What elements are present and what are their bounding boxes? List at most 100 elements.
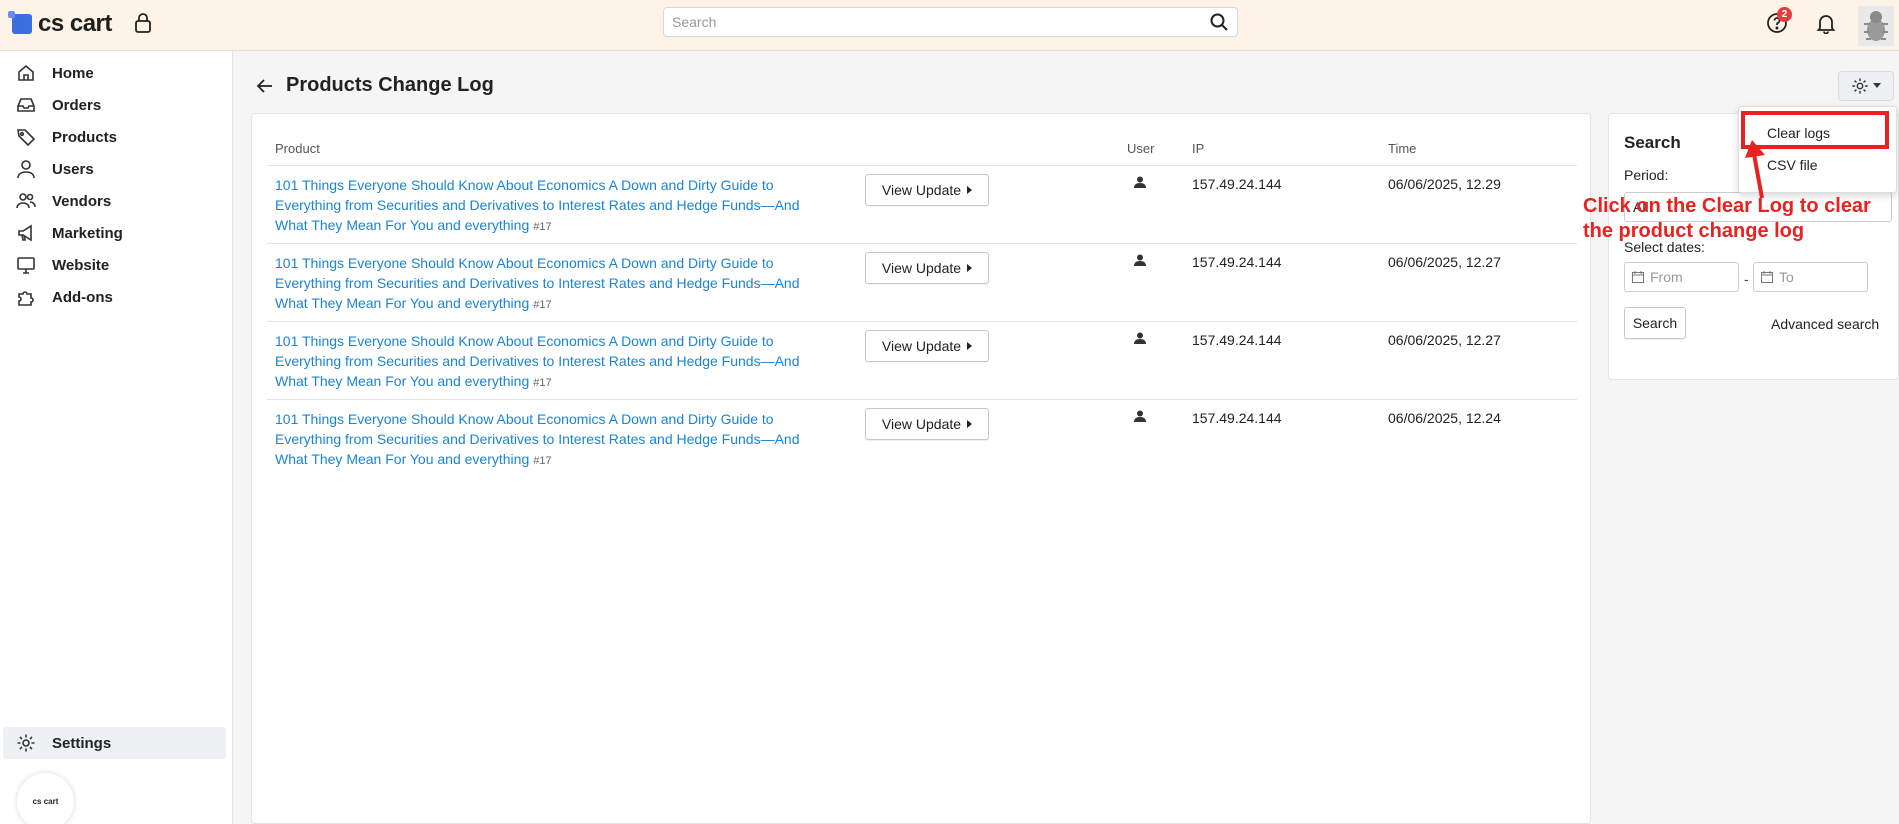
sidebar-item-addons[interactable]: Add-ons xyxy=(16,281,226,313)
user-icon xyxy=(1134,254,1146,266)
monitor-icon xyxy=(17,257,35,274)
tag-icon xyxy=(17,129,36,147)
sidebar-item-label: Vendors xyxy=(52,192,112,210)
calendar-icon xyxy=(1761,271,1773,283)
advanced-search-link[interactable]: Advanced search xyxy=(1771,316,1879,332)
product-link[interactable]: 101 Things Everyone Should Know About Ec… xyxy=(275,331,835,393)
table-row: 101 Things Everyone Should Know About Ec… xyxy=(267,400,1577,478)
view-update-button[interactable]: View Update xyxy=(865,330,989,362)
annotation-arrow-icon xyxy=(1745,140,1765,199)
column-header-user: User xyxy=(1127,141,1155,156)
date-separator: - xyxy=(1744,271,1749,287)
product-link[interactable]: 101 Things Everyone Should Know About Ec… xyxy=(275,409,835,471)
sidebar-item-settings[interactable]: Settings xyxy=(3,727,226,759)
date-from-placeholder: From xyxy=(1650,269,1683,285)
settings-dropdown-button[interactable] xyxy=(1838,71,1894,101)
user-icon xyxy=(17,160,35,179)
view-update-button[interactable]: View Update xyxy=(865,408,989,440)
bell-icon[interactable] xyxy=(1815,12,1837,34)
global-search-input[interactable] xyxy=(672,14,1209,30)
product-link[interactable]: 101 Things Everyone Should Know About Ec… xyxy=(275,175,835,237)
menu-item-csv-file[interactable]: CSV file xyxy=(1767,157,1818,173)
period-label: Period: xyxy=(1624,167,1669,183)
view-update-label: View Update xyxy=(881,416,962,432)
timestamp: 06/06/2025, 12.29 xyxy=(1388,176,1501,192)
megaphone-icon xyxy=(18,224,32,242)
timestamp: 06/06/2025, 12.27 xyxy=(1388,332,1501,348)
gear-icon xyxy=(1852,78,1868,94)
product-id: #17 xyxy=(533,221,552,233)
product-id: #17 xyxy=(533,377,552,389)
sidebar-item-label: Users xyxy=(52,160,94,178)
table-row: 101 Things Everyone Should Know About Ec… xyxy=(267,166,1577,244)
sidebar-item-label: Settings xyxy=(52,734,112,752)
view-update-label: View Update xyxy=(881,260,962,276)
timestamp: 06/06/2025, 12.24 xyxy=(1388,410,1501,426)
column-header-product: Product xyxy=(275,141,320,156)
search-button[interactable]: Search xyxy=(1624,307,1686,339)
chevron-down-icon xyxy=(1873,83,1881,88)
sidebar-item-vendors[interactable]: Vendors xyxy=(16,185,226,217)
ip-address: 157.49.24.144 xyxy=(1192,176,1282,192)
mini-logo-text: cs cart xyxy=(32,797,59,806)
view-update-label: View Update xyxy=(881,338,962,354)
sidebar-item-label: Website xyxy=(52,256,110,274)
ip-address: 157.49.24.144 xyxy=(1192,410,1282,426)
caret-right-icon xyxy=(967,264,973,272)
vendors-icon xyxy=(16,193,36,209)
date-from-input[interactable]: From xyxy=(1624,262,1739,292)
cs-cart-logo[interactable]: cs cart xyxy=(8,10,112,38)
product-link[interactable]: 101 Things Everyone Should Know About Ec… xyxy=(275,253,835,315)
ip-address: 157.49.24.144 xyxy=(1192,254,1282,270)
inbox-icon xyxy=(17,98,35,112)
annotation-text: Click on the Clear Log to clear the prod… xyxy=(1583,195,1871,242)
search-panel-title: Search xyxy=(1624,133,1681,152)
lock-icon[interactable] xyxy=(134,13,152,33)
calendar-icon xyxy=(1632,271,1644,283)
timestamp: 06/06/2025, 12.27 xyxy=(1388,254,1501,270)
sidebar-item-orders[interactable]: Orders xyxy=(16,89,226,121)
home-icon xyxy=(18,64,34,81)
user-icon xyxy=(1134,176,1146,188)
logo-mark xyxy=(8,11,32,34)
view-update-label: View Update xyxy=(881,182,962,198)
caret-right-icon xyxy=(967,186,973,194)
gear-icon xyxy=(17,734,35,752)
view-update-button[interactable]: View Update xyxy=(865,252,989,284)
sidebar: Home Orders Products Users Vendors Marke… xyxy=(0,51,233,824)
sidebar-item-home[interactable]: Home xyxy=(16,57,226,89)
sidebar-item-label: Products xyxy=(52,128,118,146)
table-row: 101 Things Everyone Should Know About Ec… xyxy=(267,244,1577,322)
table-row: 101 Things Everyone Should Know About Ec… xyxy=(267,322,1577,400)
change-log-table: Product User IP Time 101 Things Everyone… xyxy=(251,113,1591,824)
date-to-placeholder: To xyxy=(1779,269,1794,285)
notification-badge: 2 xyxy=(1777,7,1792,22)
caret-right-icon xyxy=(967,420,973,428)
sidebar-item-label: Home xyxy=(52,64,94,82)
global-search[interactable] xyxy=(663,7,1238,37)
product-id: #17 xyxy=(533,455,552,467)
ip-address: 157.49.24.144 xyxy=(1192,332,1282,348)
date-to-input[interactable]: To xyxy=(1753,262,1868,292)
logo-text: cs cart xyxy=(38,10,112,37)
page-title: Products Change Log xyxy=(286,74,494,96)
sidebar-item-label: Orders xyxy=(52,96,102,114)
avatar[interactable] xyxy=(1858,6,1894,46)
column-header-time: Time xyxy=(1388,141,1417,156)
product-id: #17 xyxy=(533,299,552,311)
view-update-button[interactable]: View Update xyxy=(865,174,989,206)
sidebar-item-label: Add-ons xyxy=(52,288,113,306)
caret-right-icon xyxy=(967,342,973,350)
sidebar-item-label: Marketing xyxy=(52,224,123,242)
search-icon[interactable] xyxy=(1209,12,1229,32)
mini-logo[interactable]: cs cart xyxy=(17,773,74,824)
sidebar-item-products[interactable]: Products xyxy=(16,121,226,153)
user-icon xyxy=(1134,410,1146,422)
back-arrow-icon[interactable] xyxy=(255,76,275,96)
column-header-ip: IP xyxy=(1192,141,1205,156)
sidebar-item-marketing[interactable]: Marketing xyxy=(16,217,226,249)
puzzle-icon xyxy=(18,291,34,306)
user-icon xyxy=(1134,332,1146,344)
sidebar-item-users[interactable]: Users xyxy=(16,153,226,185)
sidebar-item-website[interactable]: Website xyxy=(16,249,226,281)
